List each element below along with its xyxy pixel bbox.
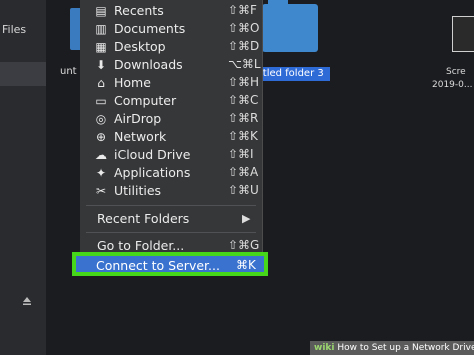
watermark-brand: wiki [314, 343, 335, 353]
desktop-icon: ▦ [95, 40, 107, 54]
menu-item-home[interactable]: ⌂ Home ⇧⌘H [80, 74, 262, 92]
submenu-arrow-icon: ▶ [242, 212, 251, 225]
eject-icon[interactable] [22, 296, 32, 306]
downloads-icon: ⬇ [95, 58, 107, 72]
menu-item-applications[interactable]: ✦ Applications ⇧⌘A [80, 164, 262, 182]
finder-sidebar: Files [0, 0, 46, 355]
go-menu: ▤ Recents ⇧⌘F ▥ Documents ⇧⌘O ▦ Desktop … [80, 0, 263, 271]
home-icon: ⌂ [97, 76, 105, 90]
menu-item-airdrop[interactable]: ◎ AirDrop ⇧⌘R [80, 110, 262, 128]
utilities-icon: ✂ [95, 184, 107, 198]
menu-item-downloads[interactable]: ⬇ Downloads ⌥⌘L [80, 56, 262, 74]
sidebar-item-files[interactable]: Files [2, 23, 26, 36]
watermark-title: How to Set up a Network Drive [337, 343, 474, 353]
selected-folder-label[interactable]: itled folder 3 [258, 67, 330, 81]
menu-item-computer[interactable]: ▭ Computer ⇧⌘C [80, 92, 262, 110]
menu-item-recents[interactable]: ▤ Recents ⇧⌘F [80, 2, 262, 20]
file-label[interactable]: Scre [446, 67, 466, 77]
documents-icon: ▥ [95, 22, 107, 36]
file-label-date: 2019-0... [432, 80, 473, 90]
sidebar-selected-row[interactable] [0, 62, 46, 86]
computer-icon: ▭ [95, 94, 107, 108]
recents-icon: ▤ [95, 4, 107, 18]
menu-item-desktop[interactable]: ▦ Desktop ⇧⌘D [80, 38, 262, 56]
menu-item-connect-to-server[interactable]: Connect to Server... ⌘K [72, 252, 268, 276]
menu-separator [86, 232, 256, 233]
menu-separator [86, 205, 256, 206]
folder-label[interactable]: unt [60, 66, 77, 77]
menu-item-recent-folders[interactable]: Recent Folders ▶ [80, 210, 262, 228]
menu-item-icloud[interactable]: ☁ iCloud Drive ⇧⌘I [80, 146, 262, 164]
menu-item-documents[interactable]: ▥ Documents ⇧⌘O [80, 20, 262, 38]
screenshot-thumbnail[interactable] [452, 16, 474, 52]
menu-item-utilities[interactable]: ✂ Utilities ⇧⌘U [80, 182, 262, 200]
airdrop-icon: ◎ [95, 112, 107, 126]
folder-icon[interactable] [262, 0, 318, 52]
watermark: wiki How to Set up a Network Drive [310, 341, 474, 355]
icloud-icon: ☁ [95, 148, 107, 162]
network-icon: ⊕ [95, 130, 107, 144]
applications-icon: ✦ [95, 166, 107, 180]
menu-item-network[interactable]: ⊕ Network ⇧⌘K [80, 128, 262, 146]
